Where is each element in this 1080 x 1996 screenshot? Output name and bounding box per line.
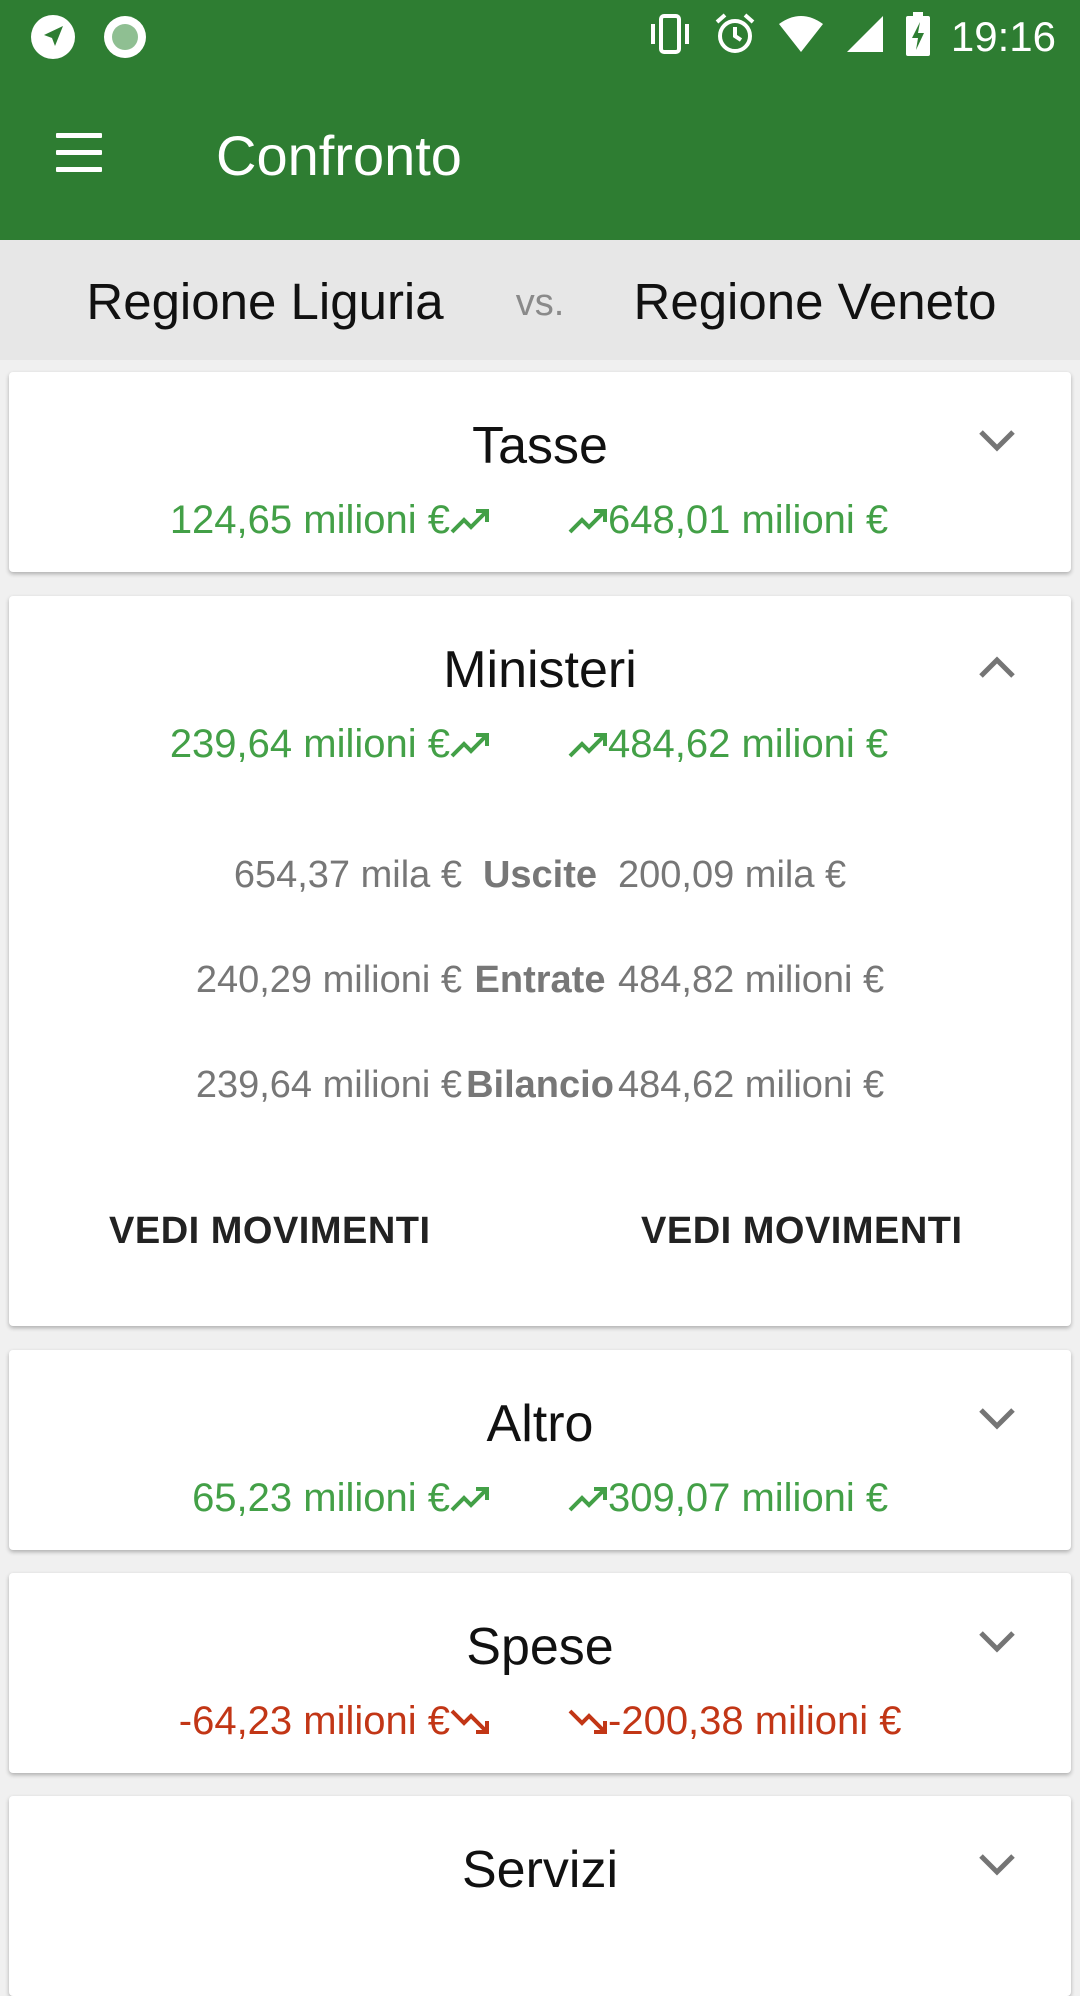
left-entity: Regione Liguria [86,273,444,330]
left-value: 65,23 milioni € [192,1476,450,1520]
right-value: 484,62 milioni € [608,722,889,766]
card-title: Tasse [472,417,608,475]
toolbar: Confronto [0,75,1080,240]
right-vedi-movimenti-button[interactable]: VEDI MOVIMENTI [641,1210,963,1253]
detail-label: Uscite [482,854,598,896]
detail-right-value: 484,82 milioni € [618,959,885,1001]
trending-down-icon [450,1709,489,1734]
chevron-down-icon[interactable] [975,1842,1019,1886]
battery-charging-icon [905,12,931,61]
detail-label: Entrate [474,959,606,1001]
card-title: Servizi [461,1841,619,1899]
detail-right-value: 200,09 mila € [618,854,847,896]
trending-down-icon [568,1709,607,1734]
trending-up-icon [568,732,607,757]
alarm-icon [713,12,757,61]
signal-icon [845,14,885,59]
category-card-ministeri[interactable]: Ministeri 239,64 milioni € 484,62 milion… [9,596,1071,1326]
left-value: 124,65 milioni € [169,498,450,542]
right-value: 648,01 milioni € [608,498,889,542]
record-icon [102,14,148,65]
card-title: Spese [466,1618,614,1676]
page-title: Confronto [216,124,462,187]
right-value: 309,07 milioni € [608,1476,889,1520]
navigation-icon [30,14,76,65]
right-entity: Regione Veneto [633,273,997,330]
chevron-down-icon[interactable] [975,418,1019,462]
category-card-altro[interactable]: Altro 65,23 milioni € 309,07 milioni € [9,1350,1071,1550]
chevron-down-icon[interactable] [975,1396,1019,1440]
trending-up-icon [450,508,489,533]
left-value: 239,64 milioni € [169,722,450,766]
trending-up-icon [450,732,489,757]
chevron-down-icon[interactable] [975,1619,1019,1663]
category-card-servizi[interactable]: Servizi [9,1796,1071,1996]
card-title: Ministeri [443,641,637,699]
left-value: -64,23 milioni € [178,1699,450,1743]
menu-icon[interactable] [46,131,116,181]
trending-up-icon [450,1486,489,1511]
comparison-header: Regione Liguria vs. Regione Veneto [0,240,1080,360]
right-value: -200,38 milioni € [608,1699,902,1743]
trending-up-icon [568,1486,607,1511]
trending-up-icon [568,508,607,533]
app-bar: 19:16 Confronto [0,0,1080,240]
category-card-spese[interactable]: Spese -64,23 milioni € -200,38 milioni € [9,1573,1071,1773]
status-bar: 19:16 [0,0,1080,75]
left-vedi-movimenti-button[interactable]: VEDI MOVIMENTI [109,1210,431,1253]
status-clock: 19:16 [950,12,1056,60]
card-title: Altro [486,1395,594,1453]
vibrate-icon [647,12,693,61]
category-card-tasse[interactable]: Tasse 124,65 milioni € 648,01 milioni € [9,372,1071,572]
detail-right-value: 484,62 milioni € [618,1064,885,1106]
wifi-icon [777,14,825,59]
detail-label: Bilancio [466,1064,614,1106]
chevron-up-icon[interactable] [975,646,1019,690]
